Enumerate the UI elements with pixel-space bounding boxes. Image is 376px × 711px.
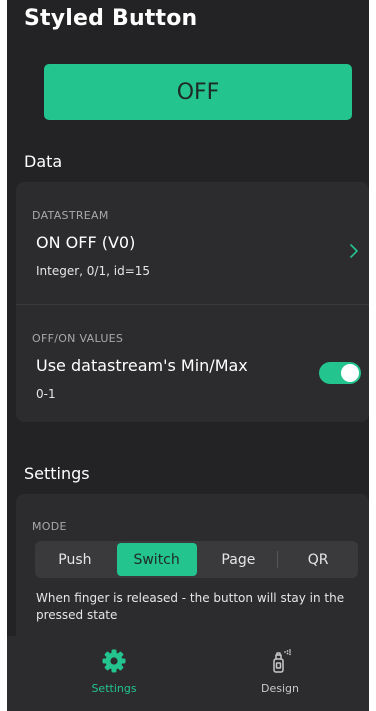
spray-can-icon: [267, 648, 293, 674]
nav-label-settings: Settings: [91, 682, 137, 695]
mode-option-label: Push: [58, 551, 92, 568]
datastream-row[interactable]: DATASTREAM ON OFF (V0) Integer, 0/1, id=…: [16, 182, 369, 304]
nav-item-settings[interactable]: Settings: [69, 648, 159, 695]
nav-label-design: Design: [261, 682, 299, 695]
datastream-caption: DATASTREAM: [32, 209, 109, 222]
off-on-values-range: 0-1: [36, 387, 56, 401]
use-min-max-toggle[interactable]: [319, 362, 361, 384]
mode-option-page[interactable]: Page: [199, 541, 279, 578]
mode-option-push[interactable]: Push: [35, 541, 115, 578]
mode-description: When finger is released - the button wil…: [36, 591, 345, 622]
preview-button-label: OFF: [176, 79, 220, 105]
datastream-value: ON OFF (V0): [36, 233, 136, 252]
mode-caption: MODE: [32, 520, 67, 533]
off-on-values-value: Use datastream's Min/Max: [36, 356, 248, 375]
mode-option-qr[interactable]: QR: [278, 541, 358, 578]
settings-section-title: Settings: [24, 464, 90, 483]
mode-segmented-control: Push Switch Page QR: [35, 541, 358, 578]
mode-option-label: Switch: [133, 551, 180, 568]
toggle-knob: [341, 364, 359, 382]
bottom-navigation: Settings Design: [7, 636, 369, 711]
mode-option-label: Page: [221, 551, 256, 568]
data-section-title: Data: [24, 152, 63, 171]
widget-settings-screen: Styled Button OFF Data DATASTREAM ON OFF…: [7, 0, 369, 711]
mode-option-label: QR: [307, 551, 329, 568]
page-title: Styled Button: [24, 6, 198, 31]
settings-card: MODE Push Switch Page QR When finger is …: [16, 494, 369, 654]
chevron-right-icon: [347, 242, 361, 260]
mode-option-switch[interactable]: Switch: [116, 543, 197, 576]
off-on-values-row: OFF/ON VALUES Use datastream's Min/Max 0…: [16, 305, 369, 422]
datastream-details: Integer, 0/1, id=15: [36, 264, 151, 278]
data-card: DATASTREAM ON OFF (V0) Integer, 0/1, id=…: [16, 182, 369, 422]
styled-button-preview[interactable]: OFF: [44, 64, 352, 120]
off-on-values-caption: OFF/ON VALUES: [32, 332, 124, 345]
gear-icon: [101, 648, 127, 674]
nav-item-design[interactable]: Design: [235, 648, 325, 695]
